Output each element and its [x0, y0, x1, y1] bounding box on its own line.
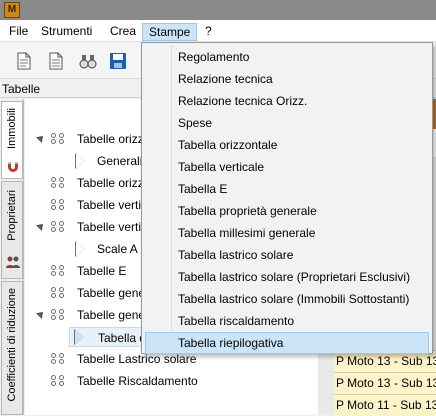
tree-row-label: Tabelle vertic: [77, 220, 148, 234]
title-bar: M: [0, 0, 436, 20]
people-icon: [5, 254, 21, 270]
stampe-dropdown-menu: Regolamento Relazione tecnica Relazione …: [141, 42, 433, 354]
menu-help[interactable]: ?: [199, 23, 218, 41]
menu-item-tabella-lastrico-solare[interactable]: Tabella lastrico solare: [145, 244, 429, 266]
menu-item-relazione-tecnica[interactable]: Relazione tecnica: [145, 68, 429, 90]
vertical-tab-strip: Immobili Proprietari Coefficienti di rid…: [0, 99, 24, 415]
tab-proprietari-label: Proprietari: [6, 190, 18, 241]
menu-item-regolamento[interactable]: Regolamento: [145, 46, 429, 68]
tab-coefficienti-label: Coefficienti di riduzione: [6, 288, 18, 402]
menu-strumenti[interactable]: Strumenti: [35, 23, 98, 41]
menu-file[interactable]: File: [3, 23, 34, 41]
menu-item-relazione-tecnica-orizz[interactable]: Relazione tecnica Orizz.: [145, 90, 429, 112]
tree-row-label: Generali: [97, 154, 143, 168]
tab-proprietari[interactable]: Proprietari: [1, 181, 23, 279]
tree-row-label: Tabella d: [98, 331, 147, 345]
menu-item-tabella-riscaldamento[interactable]: Tabella riscaldamento: [145, 310, 429, 332]
menu-item-tabella-e[interactable]: Tabella E: [145, 178, 429, 200]
menu-item-spese[interactable]: Spese: [145, 112, 429, 134]
menu-crea[interactable]: Crea: [104, 23, 142, 41]
tree-row-label: Scale A: [97, 242, 138, 256]
tree-row-label: Tabelle orizz: [77, 132, 144, 146]
tree-row-label: Tabelle vertic: [77, 198, 148, 212]
save-icon[interactable]: [108, 51, 128, 71]
tree-row-selected[interactable]: Tabella d: [69, 327, 149, 347]
tab-immobili[interactable]: Immobili: [1, 101, 23, 179]
menu-item-tabella-verticale[interactable]: Tabella verticale: [145, 156, 429, 178]
tab-coefficienti[interactable]: Coefficienti di riduzione: [1, 281, 23, 415]
panel-title: Tabelle: [2, 82, 41, 96]
new-document-icon[interactable]: [14, 51, 34, 71]
menu-item-tabella-riepilogativa[interactable]: Tabella riepilogativa: [145, 332, 429, 354]
menu-item-tabella-orizzontale[interactable]: Tabella orizzontale: [145, 134, 429, 156]
open-document-icon[interactable]: [46, 51, 66, 71]
menu-item-tabella-lastrico-immobili[interactable]: Tabella lastrico solare (Immobili Sottos…: [145, 288, 429, 310]
grid-cell[interactable]: P Moto 13 - Sub 13: [334, 372, 436, 394]
grid-cell[interactable]: P Moto 11 - Sub 13: [334, 394, 436, 416]
menu-item-tabella-proprieta-generale[interactable]: Tabella proprietà generale: [145, 200, 429, 222]
tree-row-label: Tabelle gene: [77, 308, 146, 322]
tree-row-label: Tabelle gene: [77, 286, 146, 300]
tab-immobili-label: Immobili: [6, 108, 18, 149]
binoculars-icon[interactable]: [78, 51, 98, 71]
tree-row-label: Tabelle Riscaldamento: [77, 374, 198, 388]
menu-stampe[interactable]: Stampe: [142, 23, 198, 41]
menu-item-tabella-millesimi-generale[interactable]: Tabella millesimi generale: [145, 222, 429, 244]
app-icon: M: [4, 2, 20, 18]
magnet-icon: [5, 158, 21, 174]
tree-row-label: Tabelle E: [77, 264, 127, 278]
menu-bar: File Strumenti Crea Stampe ?: [0, 20, 436, 42]
menu-item-tabella-lastrico-proprietari[interactable]: Tabella lastrico solare (Proprietari Esc…: [145, 266, 429, 288]
tree-row-label: Tabelle orizzo: [77, 176, 151, 190]
